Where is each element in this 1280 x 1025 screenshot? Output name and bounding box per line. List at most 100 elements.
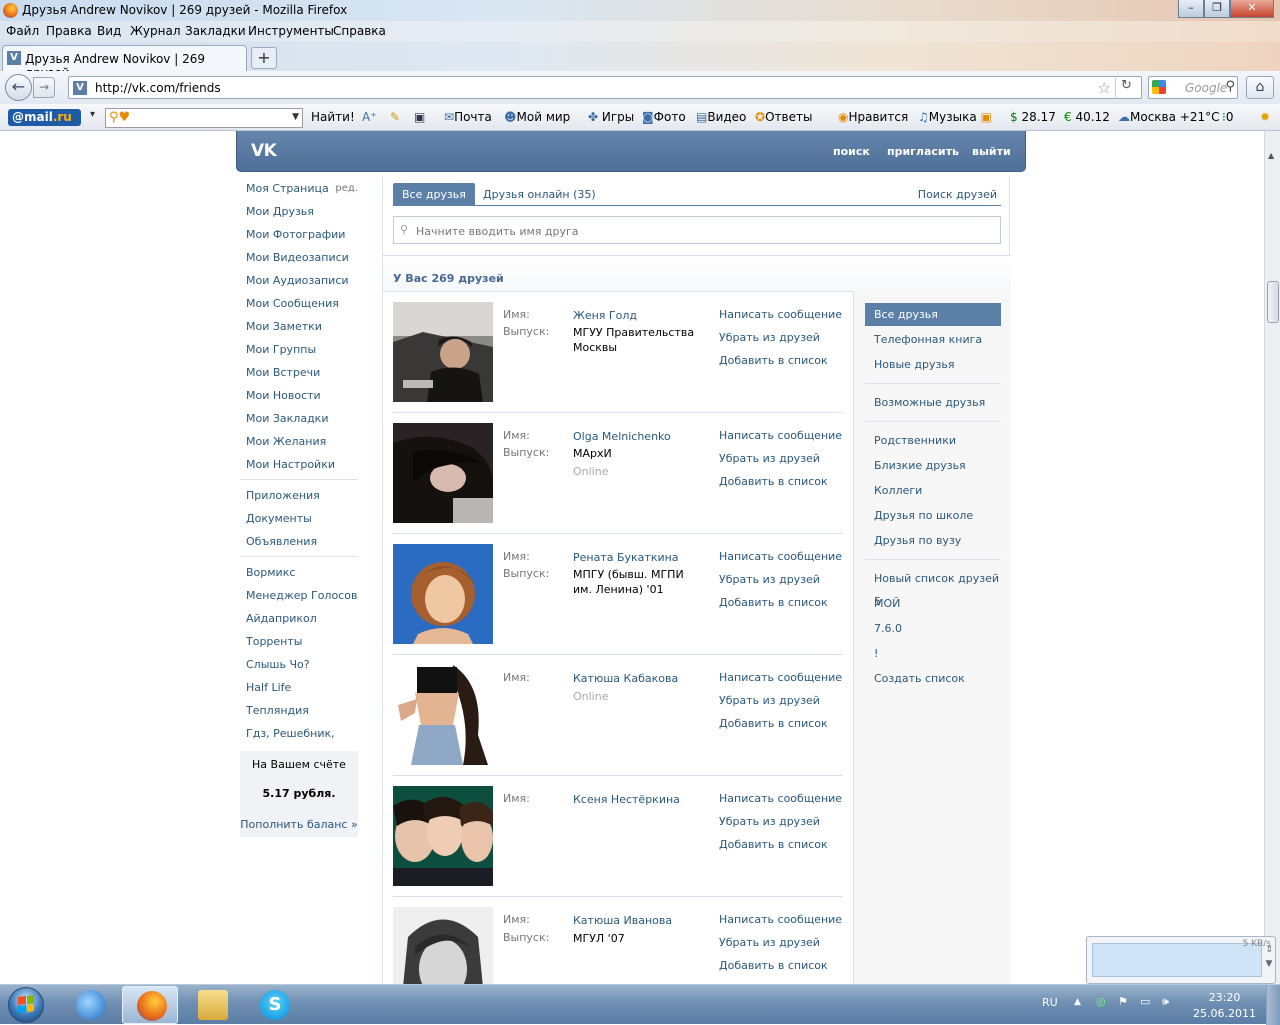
sidebar-item-apps[interactable]: Приложения [240,484,358,507]
taskbar-firefox[interactable] [122,986,178,1024]
chevron-up-icon[interactable]: ▲ [1074,997,1081,1007]
show-desktop-button[interactable] [1266,985,1280,1025]
tab-all-friends[interactable]: Все друзья [393,183,475,206]
sidebar-app-8[interactable]: Гдз, Решебник, [240,722,358,745]
add-to-list-link[interactable]: Добавить в список [719,596,828,609]
remove-friend-link[interactable]: Убрать из друзей [719,573,820,586]
euro-rate[interactable]: € 40.12 [1064,110,1110,124]
friend-avatar[interactable] [393,907,493,984]
start-button[interactable] [2,985,50,1025]
sidebar-item-bookmarks[interactable]: Мои Закладки [240,407,358,430]
sidebar-item-documents[interactable]: Документы [240,507,358,530]
sidebar-item-notes[interactable]: Мои Заметки [240,315,358,338]
like-link[interactable]: ◉Нравится [838,110,908,124]
remove-friend-link[interactable]: Убрать из друзей [719,936,820,949]
list-school-friends[interactable]: Друзья по школе [865,504,1001,527]
sidebar-item-videos[interactable]: Мои Видеозаписи [240,246,358,269]
minimize-button[interactable]: – [1178,0,1204,18]
menu-tools[interactable]: Инструменты [248,24,334,38]
pen-icon[interactable]: ✎ [390,110,400,124]
taskbar-ie[interactable] [62,986,118,1024]
chevron-down-icon[interactable]: ▾ [90,109,95,120]
write-message-link[interactable]: Написать сообщение [719,308,842,321]
create-list-link[interactable]: Создать список [865,667,1001,690]
font-icon[interactable]: A⁺ [362,110,377,124]
myworld-link[interactable]: ☻Мой мир [504,110,570,124]
topup-link[interactable]: Пополнить баланс » [240,818,358,831]
menu-bookmarks[interactable]: Закладки [185,24,246,38]
music-link[interactable]: ♫Музыка ▣ [918,110,992,124]
bookmark-star-icon[interactable]: ☆ [1098,79,1111,97]
add-to-list-link[interactable]: Добавить в список [719,354,828,367]
sidebar-item-groups[interactable]: Мои Группы [240,338,358,361]
friend-search-input[interactable]: ⚲ Начните вводить имя друга [393,216,1001,244]
sidebar-app-2[interactable]: Менеджер Голосов [240,584,358,607]
network-icon[interactable]: ▭ [1140,995,1150,1008]
menu-help[interactable]: Справка [333,24,386,38]
page-scrollbar[interactable]: ▲ [1264,131,1280,984]
mail-link[interactable]: ✉Почта [444,110,492,124]
friend-avatar[interactable] [393,544,493,644]
list-all-friends[interactable]: Все друзья [865,303,1001,326]
language-indicator[interactable]: RU [1042,996,1058,1009]
list-university-friends[interactable]: Друзья по вузу [865,529,1001,552]
flag-icon[interactable]: ⚑ [1118,995,1128,1008]
mailru-logo[interactable]: @mail.ru [8,109,81,126]
add-to-list-link[interactable]: Добавить в список [719,475,828,488]
sidebar-app-7[interactable]: Тепляндия [240,699,358,722]
find-button[interactable]: Найти! [311,110,355,124]
sidebar-item-settings[interactable]: Мои Настройки [240,453,358,476]
write-message-link[interactable]: Написать сообщение [719,550,842,563]
list-possible-friends[interactable]: Возможные друзья [865,391,1001,414]
list-colleagues[interactable]: Коллеги [865,479,1001,502]
sidebar-app-4[interactable]: Торренты [240,630,358,653]
header-invite-link[interactable]: пригласить [887,145,959,158]
taskbar-skype[interactable]: S [246,986,302,1024]
games-link[interactable]: ✤ Игры [588,110,634,124]
url-bar[interactable]: V http://vk.com/friends ☆ ↻ [68,76,1142,99]
sidebar-app-1[interactable]: Вормикс [240,561,358,584]
remove-friend-link[interactable]: Убрать из друзей [719,331,820,344]
header-search-link[interactable]: поиск [833,145,870,158]
scrollbar-thumb[interactable] [1267,281,1279,323]
list-custom-2[interactable]: МОЙ [865,592,1001,615]
magnifier-icon[interactable]: ⚲ [1225,79,1235,94]
menu-view[interactable]: Вид [97,24,121,38]
close-button[interactable]: ✕ [1230,0,1274,18]
tab-online-friends[interactable]: Друзья онлайн (35) [483,183,596,206]
taskbar-explorer[interactable] [184,986,240,1024]
sidebar-app-5[interactable]: Слышь Чо? [240,653,358,676]
menu-history[interactable]: Журнал [130,24,181,38]
sidebar-item-audios[interactable]: Мои Аудиозаписи [240,269,358,292]
list-custom-3[interactable]: 7.6.0 [865,617,1001,640]
list-phonebook[interactable]: Телефонная книга [865,328,1001,351]
friend-avatar[interactable] [393,786,493,886]
menu-edit[interactable]: Правка [46,24,92,38]
remove-friend-link[interactable]: Убрать из друзей [719,694,820,707]
new-tab-button[interactable]: + [251,47,277,69]
friend-name[interactable]: Катюша Кабакова [573,671,703,686]
friend-avatar[interactable] [393,665,493,765]
list-new-friends[interactable]: Новые друзья [865,353,1001,376]
friend-name[interactable]: Рената Букаткина [573,550,703,565]
remove-friend-link[interactable]: Убрать из друзей [719,452,820,465]
chevron-down-icon[interactable]: ▼ [292,112,299,122]
vk-logo[interactable]: VK [251,141,277,161]
forward-button[interactable]: → [33,77,55,98]
sidebar-item-wishes[interactable]: Мои Желания [240,430,358,453]
write-message-link[interactable]: Написать сообщение [719,671,842,684]
write-message-link[interactable]: Написать сообщение [719,429,842,442]
header-logout-link[interactable]: выйти [972,145,1011,158]
list-close-friends[interactable]: Близкие друзья [865,454,1001,477]
friend-name[interactable]: Ксеня Нестёркина [573,792,703,807]
write-message-link[interactable]: Написать сообщение [719,913,842,926]
sidebar-item-ads[interactable]: Объявления [240,530,358,553]
home-button[interactable]: ⌂ [1246,76,1274,99]
reload-icon[interactable]: ↻ [1115,78,1137,97]
add-to-list-link[interactable]: Добавить в список [719,959,828,972]
search-engine-box[interactable]: Google ⚲ [1148,76,1238,99]
sidebar-item-messages[interactable]: Мои Сообщения [240,292,358,315]
add-to-list-link[interactable]: Добавить в список [719,838,828,851]
list-custom-1[interactable]: Новый список друзей 5 [865,567,1001,608]
scroll-up-icon[interactable]: ▲ [1268,151,1274,160]
